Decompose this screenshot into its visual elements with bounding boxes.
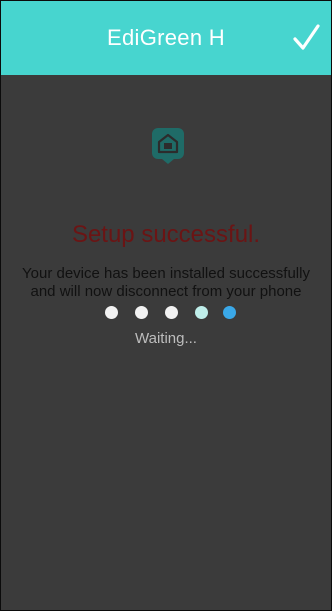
- page-title: EdiGreen H: [107, 25, 225, 50]
- waiting-status: Waiting...: [135, 330, 197, 347]
- progress-dot: [135, 306, 148, 319]
- progress-dot: [223, 306, 236, 319]
- success-title: Setup successful.: [71, 221, 261, 248]
- app-window: EdiGreen H Setup successful. Your device…: [0, 0, 332, 611]
- check-icon[interactable]: [291, 23, 321, 53]
- success-message: Your device has been installed successfu…: [22, 265, 310, 300]
- header-bar: EdiGreen H: [1, 1, 331, 75]
- setup-status-panel: Setup successful. Your device has been i…: [1, 75, 331, 610]
- progress-dots: [105, 306, 236, 322]
- progress-dot: [165, 306, 178, 319]
- home-plug-icon: [152, 128, 184, 164]
- progress-dot: [195, 306, 208, 319]
- progress-dot: [105, 306, 118, 319]
